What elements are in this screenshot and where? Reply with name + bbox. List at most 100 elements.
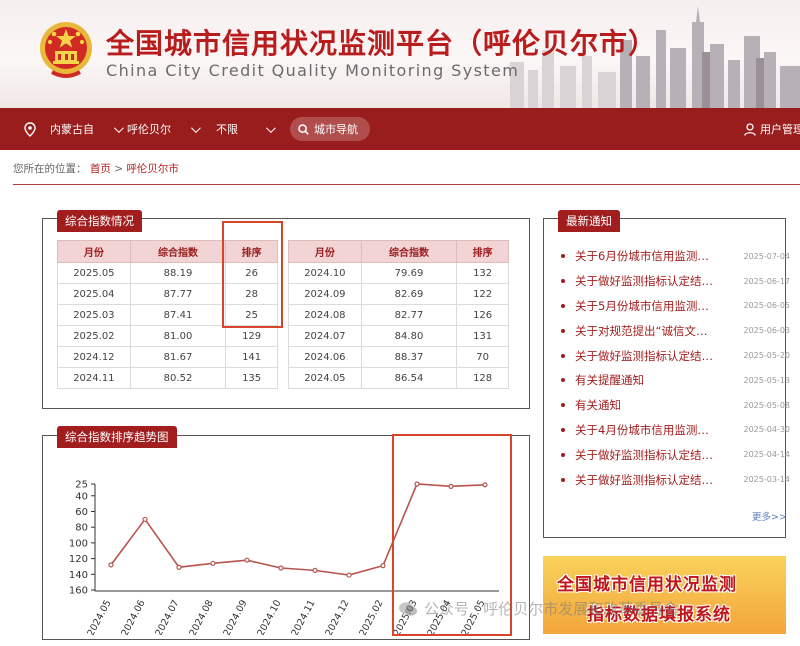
x-tick-label: 2024.08 [187, 598, 215, 635]
district-label: 不限 [216, 123, 238, 136]
x-tick-label: 2024.05 [85, 598, 113, 635]
index-cell: 84.80 [360, 325, 458, 347]
province-label: 内蒙古自 [50, 123, 94, 136]
col-month: 月份 [288, 240, 362, 263]
user-admin-link[interactable]: 用户管理 [744, 108, 800, 150]
table-row: 2024.12 81.67 141 [57, 346, 278, 368]
bullet-icon [561, 403, 565, 408]
y-tick-label: 140 [69, 570, 88, 581]
index-cell: 80.52 [129, 367, 227, 389]
notice-title: 关于做好监测指标认定结… [575, 274, 713, 289]
y-tick-label: 80 [75, 523, 88, 534]
notices-panel-title: 最新通知 [558, 210, 620, 232]
notice-title: 关于对规范提出“诚信文… [575, 323, 708, 338]
notice-title: 有关提醒通知 [575, 373, 644, 388]
rank-cell: 70 [456, 346, 509, 368]
y-tick-label: 40 [75, 491, 88, 502]
rank-cell: 132 [456, 262, 509, 284]
notice-item[interactable]: 关于做好监测指标认定结… 2025-04-14 [560, 442, 790, 467]
bullet-icon [561, 254, 565, 259]
notice-item[interactable]: 关于做好监测指标认定结… 2025-05-20 [560, 343, 790, 368]
province-select[interactable]: 内蒙古自 [24, 108, 124, 150]
index-cell: 82.77 [360, 304, 458, 326]
month-cell: 2025.03 [57, 304, 131, 326]
notice-date: 2025-06-17 [743, 276, 791, 286]
breadcrumb: 您所在的位置： 首页 > 呼伦贝尔市 [13, 161, 179, 176]
watermark: 公众号 · 呼伦贝尔市发展和改革委员会 [398, 598, 678, 619]
table-row: 2024.09 82.69 122 [288, 283, 509, 305]
breadcrumb-current[interactable]: 呼伦贝尔市 [126, 163, 179, 175]
city-select[interactable]: 呼伦贝尔 [127, 108, 201, 150]
index-cell: 82.69 [360, 283, 458, 305]
notice-date: 2025-05-08 [743, 400, 791, 410]
bullet-icon [561, 378, 565, 383]
notice-date: 2025-04-14 [743, 450, 791, 460]
bullet-icon [561, 303, 565, 308]
data-point [380, 563, 386, 569]
city-nav-button[interactable]: 城市导航 [290, 117, 370, 141]
data-point [312, 567, 318, 573]
y-tick-label: 100 [69, 538, 88, 549]
wechat-icon [399, 601, 417, 616]
x-tick-label: 2024.07 [153, 598, 181, 635]
data-point [210, 560, 216, 566]
site-header: 全国城市信用状况监测平台（呼伦贝尔市） China City Credit Qu… [0, 0, 800, 108]
trend-panel-title: 综合指数排序趋势图 [57, 426, 177, 448]
notice-date: 2025-04-30 [743, 425, 791, 435]
x-tick-label: 2024.06 [119, 598, 147, 635]
city-label: 呼伦贝尔 [127, 123, 171, 136]
notice-date: 2025-05-13 [743, 375, 791, 385]
x-tick-label: 2024.09 [221, 598, 249, 635]
data-point [108, 562, 114, 568]
notice-item[interactable]: 关于做好监测指标认定结… 2025-03-14 [560, 467, 790, 492]
table-row: 2024.11 80.52 135 [57, 367, 278, 389]
site-title: 全国城市信用状况监测平台（呼伦贝尔市） [106, 27, 658, 60]
notice-title: 有关通知 [575, 398, 621, 413]
index-cell: 88.19 [129, 262, 227, 284]
col-index: 综合指数 [360, 240, 458, 263]
bullet-icon [561, 427, 565, 432]
chevron-down-icon [190, 122, 201, 133]
month-cell: 2025.05 [57, 262, 131, 284]
table-row: 2024.05 86.54 128 [288, 367, 509, 389]
data-point [176, 564, 182, 570]
data-reporting-banner[interactable]: 全国城市信用状况监测 指标数据填报系统 [543, 556, 786, 634]
x-tick-label: 2024.11 [289, 598, 317, 635]
user-icon [744, 122, 756, 136]
rank-cell: 135 [225, 367, 278, 389]
nav-bar: 内蒙古自 呼伦贝尔 不限 城市导航 用户管理 [0, 108, 800, 150]
breadcrumb-separator: > [114, 163, 123, 175]
col-rank: 排序 [456, 240, 509, 263]
notice-item[interactable]: 关于做好监测指标认定结… 2025-06-17 [560, 269, 790, 294]
index-cell: 81.00 [129, 325, 227, 347]
breadcrumb-home-link[interactable]: 首页 [90, 163, 111, 175]
notice-item[interactable]: 关于4月份城市信用监测… 2025-04-30 [560, 418, 790, 443]
index-panel-title: 综合指数情况 [57, 210, 142, 232]
bullet-icon [561, 328, 565, 333]
notice-title: 关于5月份城市信用监测… [575, 298, 709, 313]
notice-item[interactable]: 有关通知 2025-05-08 [560, 393, 790, 418]
table-row: 2025.02 81.00 129 [57, 325, 278, 347]
month-cell: 2024.07 [288, 325, 362, 347]
notice-title: 关于做好监测指标认定结… [575, 472, 713, 487]
index-cell: 87.41 [129, 304, 227, 326]
data-point [278, 565, 284, 571]
notice-item[interactable]: 有关提醒通知 2025-05-13 [560, 368, 790, 393]
table-row: 2024.06 88.37 70 [288, 346, 509, 368]
month-cell: 2024.12 [57, 346, 131, 368]
chevron-down-icon [265, 122, 276, 133]
search-icon [298, 123, 309, 135]
notice-item[interactable]: 关于6月份城市信用监测… 2025-07-04 [560, 244, 790, 269]
district-select[interactable]: 不限 [216, 108, 276, 150]
notice-title: 关于6月份城市信用监测… [575, 249, 709, 264]
rank-cell: 126 [456, 304, 509, 326]
rank-cell: 131 [456, 325, 509, 347]
data-point [142, 516, 148, 522]
more-notices-link[interactable]: 更多>> [752, 509, 787, 523]
y-tick-label: 25 [75, 480, 88, 491]
notice-date: 2025-06-05 [743, 301, 791, 311]
notice-item[interactable]: 关于5月份城市信用监测… 2025-06-05 [560, 294, 790, 319]
bullet-icon [561, 477, 565, 482]
notice-item[interactable]: 关于对规范提出“诚信文… 2025-06-03 [560, 318, 790, 343]
index-cell: 81.67 [129, 346, 227, 368]
